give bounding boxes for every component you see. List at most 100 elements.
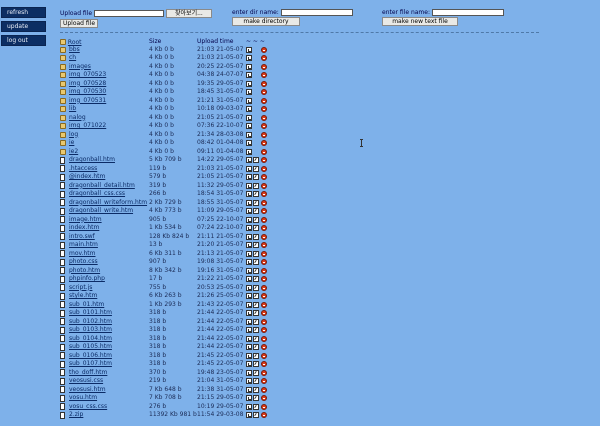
file-name-link[interactable]: dragonball.htm [69,156,115,165]
file-name-link[interactable]: style.htm [69,292,97,301]
rename-icon[interactable] [246,369,252,376]
delete-icon[interactable] [261,97,267,104]
edit-icon[interactable] [253,208,259,214]
file-name-link[interactable]: sub_0105.htm [69,343,112,352]
delete-icon[interactable] [261,318,267,325]
rename-icon[interactable] [246,46,252,53]
delete-icon[interactable] [261,182,267,189]
file-name-link[interactable]: veosusi.css [69,377,103,386]
rename-icon[interactable] [246,352,252,359]
file-name-link[interactable]: nalog [69,114,86,123]
delete-icon[interactable] [261,140,267,146]
file-name-link[interactable]: ie [69,139,74,148]
rename-icon[interactable] [246,344,252,350]
edit-icon[interactable] [253,276,259,282]
delete-icon[interactable] [261,259,267,265]
file-name-link[interactable]: photo.htm [69,267,100,276]
edit-icon[interactable] [253,216,259,223]
file-name-link[interactable]: sub_01.htm [69,301,104,310]
delete-icon[interactable] [261,284,267,291]
rename-icon[interactable] [246,63,252,70]
delete-icon[interactable] [261,361,267,367]
delete-icon[interactable] [261,344,267,350]
delete-icon[interactable] [261,123,267,129]
delete-icon[interactable] [261,233,267,240]
edit-icon[interactable] [253,301,259,308]
file-name-link[interactable]: vosu.htm [69,394,97,403]
edit-icon[interactable] [253,191,259,197]
delete-icon[interactable] [261,106,267,112]
file-name-link[interactable]: index.htm [69,224,99,233]
file-name-link[interactable]: ie2 [69,148,78,157]
rename-icon[interactable] [246,216,252,223]
rename-icon[interactable] [246,123,252,129]
file-name-link[interactable]: sub_0106.htm [69,352,112,361]
rename-icon[interactable] [246,412,252,418]
delete-icon[interactable] [261,335,267,342]
edit-icon[interactable] [253,378,259,384]
rename-icon[interactable] [246,259,252,265]
edit-icon[interactable] [253,352,259,359]
rename-icon[interactable] [246,174,252,180]
rename-icon[interactable] [246,199,252,206]
delete-icon[interactable] [261,369,267,376]
rename-icon[interactable] [246,182,252,189]
rename-icon[interactable] [246,140,252,146]
rename-icon[interactable] [246,403,252,410]
rename-icon[interactable] [246,208,252,214]
delete-icon[interactable] [261,131,267,138]
edit-icon[interactable] [253,335,259,342]
delete-icon[interactable] [261,378,267,384]
refresh-button[interactable]: refresh [1,7,46,18]
rename-icon[interactable] [246,165,252,172]
edit-icon[interactable] [253,174,259,180]
delete-icon[interactable] [261,191,267,197]
logout-button[interactable]: log out [1,35,46,46]
rename-icon[interactable] [246,361,252,367]
file-name-link[interactable]: ch [69,54,76,63]
delete-icon[interactable] [261,276,267,282]
edit-icon[interactable] [253,318,259,325]
delete-icon[interactable] [261,310,267,316]
edit-icon[interactable] [253,250,259,257]
edit-icon[interactable] [253,327,259,333]
file-name-link[interactable]: veosusi.htm [69,386,106,395]
file-name-input[interactable] [431,9,504,16]
delete-icon[interactable] [261,395,267,401]
browse-button[interactable]: 찾아보기... [165,9,212,18]
rename-icon[interactable] [246,131,252,138]
edit-icon[interactable] [253,165,259,172]
edit-icon[interactable] [253,267,259,274]
delete-icon[interactable] [261,386,267,393]
edit-icon[interactable] [253,310,259,316]
file-name-link[interactable]: 2.zip [69,411,83,420]
delete-icon[interactable] [261,148,267,155]
file-name-link[interactable]: script.js [69,284,92,293]
edit-icon[interactable] [253,157,259,163]
rename-icon[interactable] [246,327,252,333]
edit-icon[interactable] [253,412,259,418]
rename-icon[interactable] [246,55,252,61]
delete-icon[interactable] [261,157,267,163]
delete-icon[interactable] [261,293,267,299]
upload-file-input[interactable] [94,10,164,17]
rename-icon[interactable] [246,89,252,95]
rename-icon[interactable] [246,250,252,257]
delete-icon[interactable] [261,89,267,95]
rename-icon[interactable] [246,225,252,231]
rename-icon[interactable] [246,335,252,342]
delete-icon[interactable] [261,250,267,257]
rename-icon[interactable] [246,97,252,104]
rename-icon[interactable] [246,395,252,401]
file-name-link[interactable]: .htaccess [69,165,97,174]
rename-icon[interactable] [246,72,252,78]
delete-icon[interactable] [261,114,267,121]
delete-icon[interactable] [261,165,267,172]
edit-icon[interactable] [253,344,259,350]
file-name-link[interactable]: images [69,63,91,72]
delete-icon[interactable] [261,352,267,359]
edit-icon[interactable] [253,242,259,248]
file-name-link[interactable]: image.htm [69,216,102,225]
file-name-link[interactable]: tho_doff.htm [69,369,107,378]
edit-icon[interactable] [253,233,259,240]
